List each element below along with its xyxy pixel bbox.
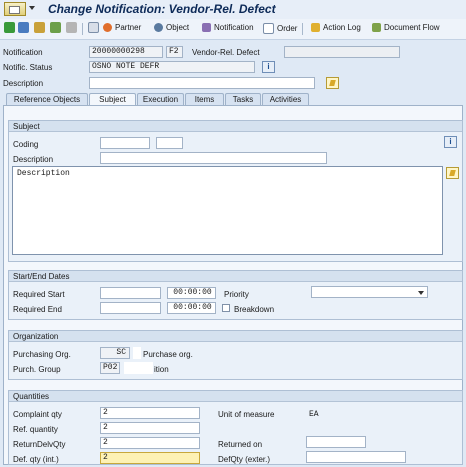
returned-on-field[interactable] [306, 436, 366, 448]
tab-items[interactable]: Items [185, 93, 224, 105]
notification-type-text: Vendor-Rel. Defect [192, 48, 260, 57]
redaction-mark [133, 347, 141, 359]
long-text-edit-icon[interactable] [326, 77, 339, 89]
order-button[interactable]: Order [263, 23, 297, 34]
close-action-icon[interactable] [66, 22, 77, 33]
def-qty-int-field[interactable]: 2 [100, 452, 200, 464]
sap-menu-icon[interactable] [4, 2, 26, 16]
description-label: Description [3, 79, 44, 88]
returned-on-label: Returned on [218, 440, 263, 449]
title-bar: Change Notification: Vendor-Rel. Defect [0, 0, 466, 20]
status-info-icon[interactable]: i [262, 61, 275, 73]
complaint-qty-field[interactable]: 2 [100, 407, 200, 419]
priority-dropdown[interactable] [311, 286, 428, 298]
purchasing-org-text: Purchase org. [143, 350, 193, 359]
unit-of-measure-value: EA [309, 410, 319, 419]
menu-dropdown-icon[interactable] [29, 6, 35, 10]
purchasing-group-label: Purch. Group [13, 365, 61, 374]
tab-execution[interactable]: Execution [137, 93, 184, 105]
purchasing-org-label: Purchasing Org. [13, 350, 71, 359]
print-icon[interactable] [88, 22, 99, 33]
def-qty-ext-label: DefQty (exter.) [218, 455, 271, 464]
organization-group: Organization [8, 330, 463, 380]
document-flow-button[interactable]: Document Flow [372, 23, 440, 32]
purchasing-group-text: ition [154, 365, 169, 374]
ref-quantity-field[interactable]: 2 [100, 422, 200, 434]
quantities-group-title: Quantities [9, 391, 462, 402]
def-qty-int-label: Def. qty (int.) [13, 455, 59, 464]
long-text-editor-icon[interactable] [446, 167, 459, 179]
required-end-date-field[interactable] [100, 302, 161, 314]
redaction-mark [124, 362, 153, 374]
purchasing-org-field[interactable]: SC [100, 347, 130, 359]
notification-type-field[interactable]: F2 [166, 46, 183, 58]
header-extra-field [284, 46, 400, 58]
status-field: OSNO NOTE DEFR [89, 61, 255, 73]
order-icon [263, 23, 274, 34]
action-log-icon [311, 23, 320, 32]
application-toolbar: Partner Object Notification Order Action… [0, 19, 466, 40]
tab-reference-objects[interactable]: Reference Objects [6, 93, 88, 105]
unit-of-measure-label: Unit of measure [218, 410, 275, 419]
required-start-time-field[interactable]: 00:00:00 [167, 287, 216, 299]
action-log-button[interactable]: Action Log [311, 23, 361, 32]
complaint-qty-label: Complaint qty [13, 410, 62, 419]
refresh-icon[interactable] [18, 22, 29, 33]
toolbar-separator [82, 23, 83, 35]
status-label: Notific. Status [3, 63, 53, 72]
toolbar-separator [302, 23, 303, 35]
subject-description-field[interactable] [100, 152, 327, 164]
coding-code-field[interactable] [156, 137, 183, 149]
chevron-down-icon [418, 291, 424, 295]
notification-number-field[interactable]: 20000000298 [89, 46, 163, 58]
ref-quantity-label: Ref. quantity [13, 425, 58, 434]
return-delv-qty-field[interactable]: 2 [100, 437, 200, 449]
partner-icon [103, 23, 112, 32]
subject-group-title: Subject [9, 121, 462, 132]
coding-label: Coding [13, 140, 39, 149]
priority-label: Priority [224, 290, 249, 299]
subject-description-label: Description [13, 155, 54, 164]
required-start-label: Required Start [13, 290, 65, 299]
tab-activities[interactable]: Activities [262, 93, 309, 105]
notification-label: Notification [3, 48, 43, 57]
action-icon[interactable] [50, 22, 61, 33]
dates-group-title: Start/End Dates [9, 271, 462, 282]
tab-tasks[interactable]: Tasks [225, 93, 261, 105]
display-change-icon[interactable] [4, 22, 15, 33]
required-end-time-field[interactable]: 00:00:00 [167, 302, 216, 314]
long-text-content: Description [17, 169, 70, 178]
coding-info-icon[interactable]: i [444, 136, 457, 148]
breakdown-checkbox[interactable] [222, 304, 230, 312]
organization-group-title: Organization [9, 331, 462, 342]
object-icon [154, 23, 163, 32]
notification-button[interactable]: Notification [202, 23, 254, 32]
notification-icon [202, 23, 211, 32]
document-flow-icon [372, 23, 381, 32]
breakdown-label: Breakdown [234, 305, 275, 314]
object-button[interactable]: Object [154, 23, 189, 32]
return-delv-qty-label: ReturnDelvQty [13, 440, 66, 449]
window-title: Change Notification: Vendor-Rel. Defect [48, 2, 276, 16]
required-end-label: Required End [13, 305, 62, 314]
purchasing-group-field[interactable]: P02 [100, 362, 120, 374]
def-qty-ext-field[interactable] [306, 451, 406, 463]
coding-group-field[interactable] [100, 137, 150, 149]
required-start-date-field[interactable] [100, 287, 161, 299]
sort-icon[interactable] [34, 22, 45, 33]
long-text-area[interactable]: Description [12, 166, 443, 255]
description-field[interactable] [89, 77, 315, 89]
partner-button[interactable]: Partner [103, 23, 141, 32]
